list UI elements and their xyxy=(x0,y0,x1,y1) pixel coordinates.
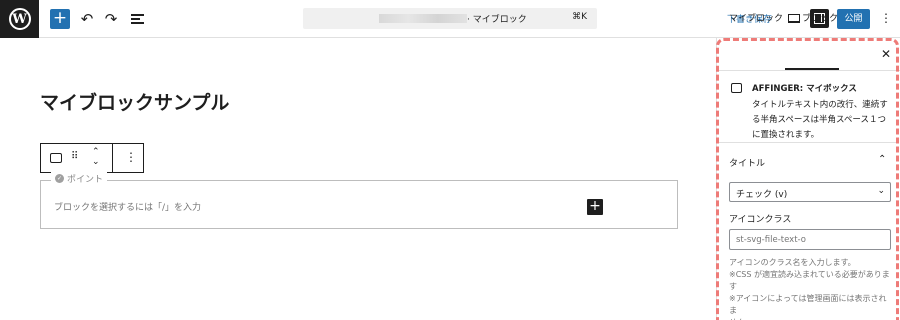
options-menu-icon[interactable]: ⋮ xyxy=(880,11,892,25)
blurred-site-title xyxy=(379,14,467,23)
command-palette-bar[interactable]: · マイブロック ⌘K xyxy=(303,8,597,29)
move-down-icon[interactable]: ⌄ xyxy=(92,157,100,167)
title-type-select[interactable]: チェック (v) ⌄ xyxy=(729,182,891,202)
wordpress-icon: W xyxy=(8,8,31,30)
command-bar-title: · マイブロック xyxy=(467,15,527,25)
block-card-icon xyxy=(731,83,742,93)
help-line: す xyxy=(729,282,737,291)
sidebar-tabs xyxy=(716,38,900,71)
post-title[interactable]: マイブロックサンプル xyxy=(40,88,229,115)
wordpress-logo-button[interactable]: W xyxy=(0,0,39,38)
move-block-icon[interactable]: ⌃ ⌄ xyxy=(92,147,100,167)
chevron-down-icon: ⌄ xyxy=(877,186,885,196)
block-toolbar: ⠿ ⌃ ⌄ ⋮ xyxy=(40,143,144,173)
title-panel-heading[interactable]: タイトル xyxy=(729,156,765,169)
point-label-text: ポイント xyxy=(67,175,104,185)
block-type-icon[interactable] xyxy=(50,153,62,163)
block-card-description: タイトルテキスト内の改行、連続する半角スペースは半角スペース１つに置換されます。 xyxy=(752,100,888,140)
select-value: チェック (v) xyxy=(736,190,788,200)
help-line: ※アイコンによっては管理画面には表示されま xyxy=(729,294,887,315)
tab-myblock[interactable]: マイブロック xyxy=(729,11,783,24)
add-block-button[interactable]: + xyxy=(587,199,603,215)
sidebar-divider xyxy=(717,142,899,143)
block-inserter-button[interactable]: + xyxy=(50,9,70,29)
preview-device-icon[interactable] xyxy=(788,14,800,23)
drag-handle-icon[interactable]: ⠿ xyxy=(71,151,78,162)
icon-class-help: アイコンのクラス名を入力します。 ※CSS が適宜読み込まれている必要がありま … xyxy=(729,257,891,320)
undo-icon[interactable]: ↶ xyxy=(79,10,95,28)
chevron-up-icon[interactable]: ⌃ xyxy=(878,154,886,165)
block-appender-placeholder[interactable]: ブロックを選択するには「/」を入力 xyxy=(54,200,201,213)
publish-button[interactable]: 公開 xyxy=(837,9,870,29)
tab-block[interactable]: ブロック xyxy=(802,11,838,24)
active-tab-indicator xyxy=(785,68,839,70)
help-line: ※CSS が適宜読み込まれている必要がありま xyxy=(729,270,890,279)
block-options-icon[interactable]: ⋮ xyxy=(125,150,137,164)
command-shortcut: ⌘K xyxy=(572,12,587,22)
icon-class-input[interactable] xyxy=(729,229,891,250)
check-circle-icon: ✓ xyxy=(55,174,64,183)
point-box-label: ✓ ポイント xyxy=(51,172,108,185)
close-sidebar-icon[interactable]: ✕ xyxy=(881,47,891,61)
icon-class-label: アイコンクラス xyxy=(729,215,792,225)
move-up-icon[interactable]: ⌃ xyxy=(92,147,100,157)
block-card-title: AFFINGER: マイボックス xyxy=(752,84,857,94)
help-line: アイコンのクラス名を入力します。 xyxy=(729,258,856,267)
redo-icon[interactable]: ↷ xyxy=(103,10,119,28)
list-view-icon[interactable] xyxy=(129,10,145,28)
toolbar-divider xyxy=(112,144,113,172)
